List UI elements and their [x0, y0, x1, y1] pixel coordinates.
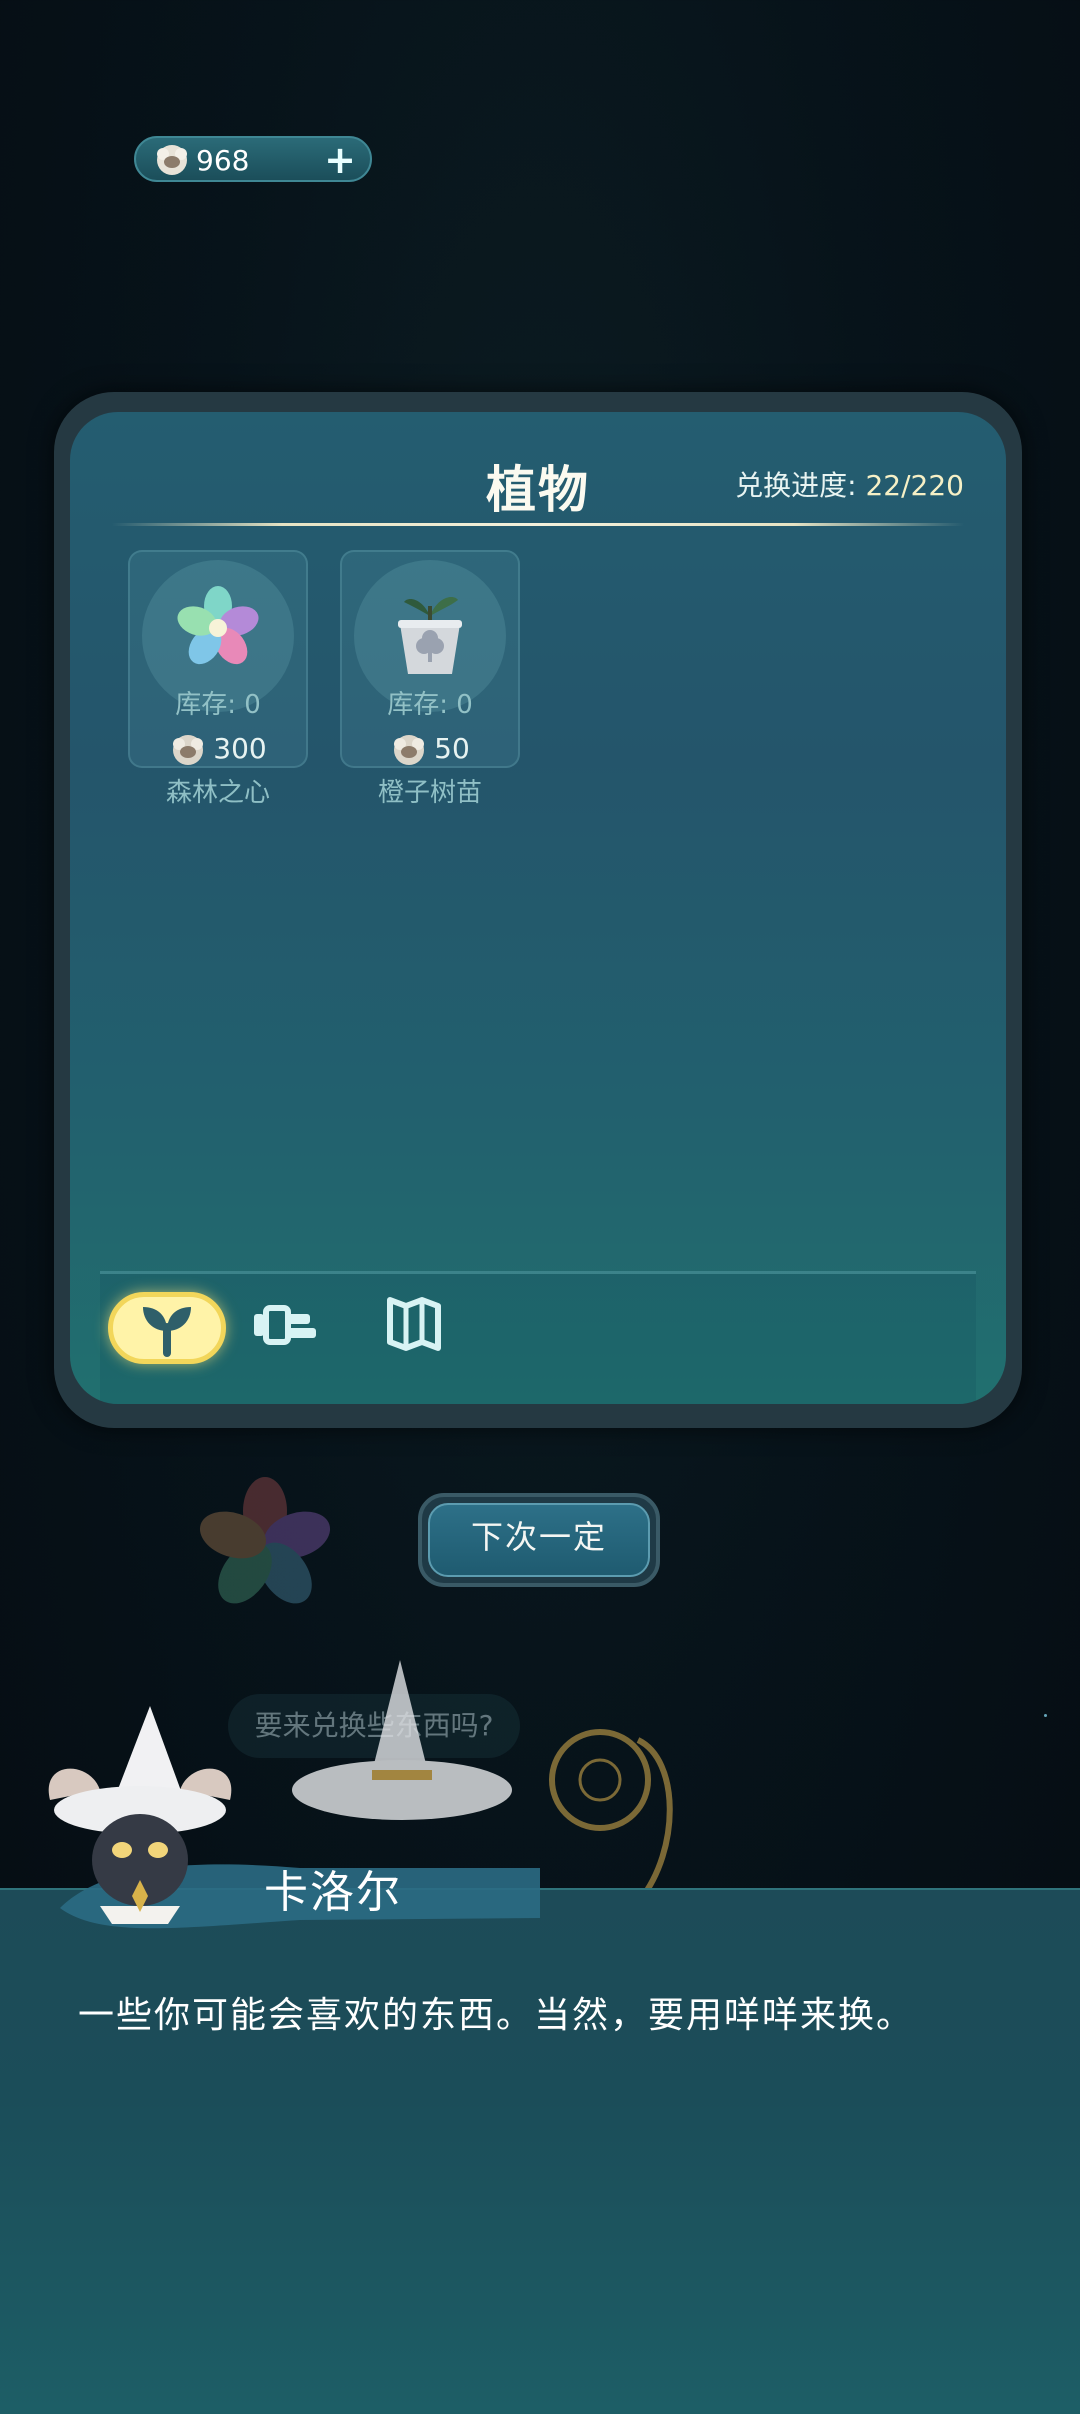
next-time-button[interactable]: 下次一定	[418, 1493, 660, 1587]
shop-panel-inner: 植物 兑换进度: 22/220 库存: 0 300 森林之心 库存: 0 50 …	[70, 412, 1006, 1404]
shop-panel: 植物 兑换进度: 22/220 库存: 0 300 森林之心 库存: 0 50 …	[54, 392, 1022, 1428]
item-name: 森林之心	[165, 778, 270, 808]
item-stock: 库存: 0	[387, 690, 473, 720]
item-stock: 库存: 0	[175, 690, 261, 720]
currency-pill[interactable]: 968 +	[134, 136, 372, 182]
watering-can-icon	[254, 1305, 316, 1345]
item-card-orange-sapling[interactable]: 库存: 0 50	[340, 550, 520, 768]
item-name: 橙子树苗	[377, 778, 482, 808]
star	[1044, 1714, 1047, 1717]
sheep-coin-icon	[173, 735, 204, 765]
sapling-pot-icon	[398, 597, 462, 674]
character-portrait-icon	[48, 1706, 232, 1924]
tab-tools[interactable]	[234, 1292, 352, 1364]
item-price: 300	[130, 732, 306, 768]
dialog-box[interactable]	[0, 1888, 1080, 2414]
currency-amount: 968	[196, 144, 250, 177]
background-flower-icon	[199, 1477, 331, 1604]
item-card-forest-heart[interactable]: 库存: 0 300	[128, 550, 308, 768]
tab-plants[interactable]	[108, 1292, 226, 1364]
item-price: 50	[342, 732, 518, 768]
progress-value: 22/220	[865, 469, 964, 502]
sheep-coin-icon	[157, 145, 187, 175]
sheep-coin-icon	[394, 735, 425, 765]
map-icon	[387, 1297, 441, 1351]
title-divider	[112, 523, 964, 526]
add-currency-button[interactable]: +	[324, 140, 356, 180]
dialog-text: 一些你可能会喜欢的东西。当然，要用咩咩来换。	[78, 1995, 915, 2036]
progress-label: 兑换进度:	[735, 469, 857, 502]
tab-map[interactable]	[360, 1292, 478, 1364]
background-hat-icon	[292, 1660, 512, 1820]
next-time-button-label: 下次一定	[428, 1503, 650, 1577]
item-price-value: 50	[434, 732, 470, 765]
speaker-name: 卡洛尔	[264, 1867, 402, 1918]
flower-icon	[177, 586, 259, 665]
item-price-value: 300	[213, 732, 267, 765]
exchange-progress: 兑换进度: 22/220	[735, 464, 964, 504]
background-dreamcatcher-icon	[549, 1729, 673, 1902]
category-tab-bar	[100, 1271, 976, 1404]
sprout-icon	[143, 1307, 191, 1357]
